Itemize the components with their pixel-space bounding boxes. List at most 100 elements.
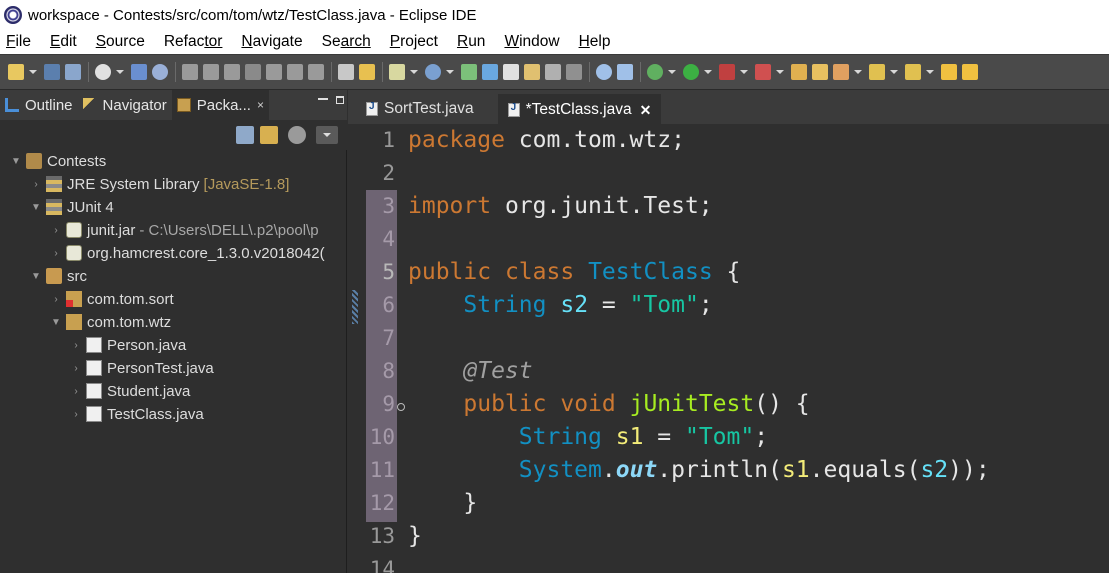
external-tools-icon[interactable] (755, 64, 771, 80)
collapsed-chevron-icon[interactable]: › (30, 179, 42, 190)
tree-item-contests[interactable]: ▼ Contests (10, 150, 106, 172)
new-dropdown-arrow-icon[interactable] (29, 70, 37, 74)
previous-annotation-icon[interactable] (905, 64, 921, 80)
open-file-icon[interactable] (812, 64, 828, 80)
toggle-block-icon[interactable] (524, 64, 540, 80)
coverage-dropdown-arrow-icon[interactable] (668, 70, 676, 74)
debug-icon[interactable] (719, 64, 735, 80)
expanded-chevron-icon[interactable]: ▼ (50, 317, 62, 328)
collapsed-chevron-icon[interactable]: › (70, 386, 82, 397)
minimize-view-icon[interactable] (318, 98, 328, 100)
type-name: System (518, 457, 602, 483)
view-menu-icon[interactable] (316, 126, 338, 144)
use-step-filters-icon[interactable] (359, 64, 375, 80)
close-icon[interactable]: × (257, 98, 264, 112)
link-with-editor-icon[interactable] (260, 126, 278, 144)
collapse-all-icon[interactable] (236, 126, 254, 144)
skip-breakpoints-icon[interactable] (152, 64, 168, 80)
collapsed-chevron-icon[interactable]: › (50, 294, 62, 305)
tab-package-explorer[interactable]: Packa... × (171, 90, 269, 120)
package-explorer-toolbar (0, 120, 347, 150)
disconnect-icon[interactable] (245, 64, 261, 80)
tree-item-junit-jar[interactable]: › junit.jar - C:\Users\DELL\.p2\pool\p (50, 219, 318, 241)
mark-occurrences-icon[interactable] (503, 64, 519, 80)
collapsed-chevron-icon[interactable]: › (70, 340, 82, 351)
save-icon[interactable] (44, 64, 60, 80)
next-annotation-icon[interactable] (869, 64, 885, 80)
debug-dropdown-arrow-icon[interactable] (740, 70, 748, 74)
tree-item-student-java[interactable]: › Student.java (70, 380, 190, 402)
menu-project[interactable]: Project (387, 33, 441, 51)
run-dropdown-arrow-icon[interactable] (704, 70, 712, 74)
word-wrap-icon[interactable] (545, 64, 561, 80)
suspend-icon[interactable] (203, 64, 219, 80)
focus-icon[interactable] (288, 126, 306, 144)
expanded-chevron-icon[interactable]: ▼ (10, 156, 22, 167)
tree-item-person-java[interactable]: › Person.java (70, 334, 186, 356)
resume-icon[interactable] (182, 64, 198, 80)
new-java-dropdown-arrow-icon[interactable] (410, 70, 418, 74)
expanded-chevron-icon[interactable]: ▼ (30, 271, 42, 282)
web-browser-icon[interactable] (617, 64, 633, 80)
menu-refactor[interactable]: Refactor (161, 33, 226, 51)
show-whitespace-icon[interactable] (566, 64, 582, 80)
open-folder-icon[interactable] (791, 64, 807, 80)
collapsed-chevron-icon[interactable]: › (50, 248, 62, 259)
previous-annotation-dropdown-arrow-icon[interactable] (926, 70, 934, 74)
external-tools-dropdown-arrow-icon[interactable] (776, 70, 784, 74)
toggle-highlight-icon[interactable] (482, 64, 498, 80)
collapsed-chevron-icon[interactable]: › (70, 409, 82, 420)
menu-file[interactable]: File (3, 33, 34, 51)
new-class-dropdown-arrow-icon[interactable] (446, 70, 454, 74)
menu-navigate[interactable]: Navigate (238, 33, 305, 51)
code-editor[interactable]: 1 2 3 4 5 6 7 8 9 10 11 12 13 14 package… (348, 124, 1109, 573)
open-type-icon[interactable] (461, 64, 477, 80)
menu-run[interactable]: Run (454, 33, 488, 51)
forward-icon[interactable] (962, 64, 978, 80)
step-into-icon[interactable] (266, 64, 282, 80)
back-icon[interactable] (941, 64, 957, 80)
tree-item-jre-system-library[interactable]: › JRE System Library [JavaSE-1.8] (30, 173, 289, 195)
keyword: public (463, 391, 547, 417)
tab-testclass-java[interactable]: *TestClass.java ✕ (497, 94, 662, 124)
tab-sorttest-java[interactable]: SortTest.java (356, 94, 484, 124)
collapsed-chevron-icon[interactable]: › (50, 225, 62, 236)
step-return-icon[interactable] (308, 64, 324, 80)
tree-item-src[interactable]: ▼ src (30, 265, 87, 287)
new-class-icon[interactable] (425, 64, 441, 80)
paint-brush-icon[interactable] (833, 64, 849, 80)
profile-dropdown-arrow-icon[interactable] (116, 70, 124, 74)
fold-collapse-icon[interactable] (397, 403, 405, 411)
menu-source[interactable]: Source (93, 33, 148, 51)
close-icon[interactable]: ✕ (640, 102, 652, 119)
brush-dropdown-arrow-icon[interactable] (854, 70, 862, 74)
field-name: s2 (560, 292, 589, 318)
terminal-icon[interactable] (131, 64, 147, 80)
tree-item-com-tom-wtz[interactable]: ▼ com.tom.wtz (50, 311, 171, 333)
tree-item-com-tom-sort[interactable]: › com.tom.sort (50, 288, 173, 310)
menu-help[interactable]: Help (576, 33, 614, 51)
step-over-icon[interactable] (287, 64, 303, 80)
profile-icon[interactable] (95, 64, 111, 80)
menu-edit[interactable]: Edit (47, 33, 80, 51)
expanded-chevron-icon[interactable]: ▼ (30, 202, 42, 213)
collapsed-chevron-icon[interactable]: › (70, 363, 82, 374)
run-icon[interactable] (683, 64, 699, 80)
search-icon[interactable] (596, 64, 612, 80)
new-icon[interactable] (8, 64, 24, 80)
tree-item-junit4[interactable]: ▼ JUnit 4 (30, 196, 114, 218)
menu-search[interactable]: Search (319, 33, 374, 51)
maximize-view-icon[interactable] (336, 96, 344, 104)
outline-toggle-icon[interactable] (338, 64, 354, 80)
tab-navigator[interactable]: Navigator (78, 90, 172, 120)
new-java-project-icon[interactable] (389, 64, 405, 80)
tree-item-persontest-java[interactable]: › PersonTest.java (70, 357, 213, 379)
terminate-icon[interactable] (224, 64, 240, 80)
save-all-icon[interactable] (65, 64, 81, 80)
tree-item-hamcrest-jar[interactable]: › org.hamcrest.core_1.3.0.v2018042( (50, 242, 324, 264)
menu-window[interactable]: Window (501, 33, 562, 51)
next-annotation-dropdown-arrow-icon[interactable] (890, 70, 898, 74)
coverage-icon[interactable] (647, 64, 663, 80)
tab-outline[interactable]: Outline (0, 90, 78, 120)
tree-item-testclass-java[interactable]: › TestClass.java (70, 403, 203, 425)
